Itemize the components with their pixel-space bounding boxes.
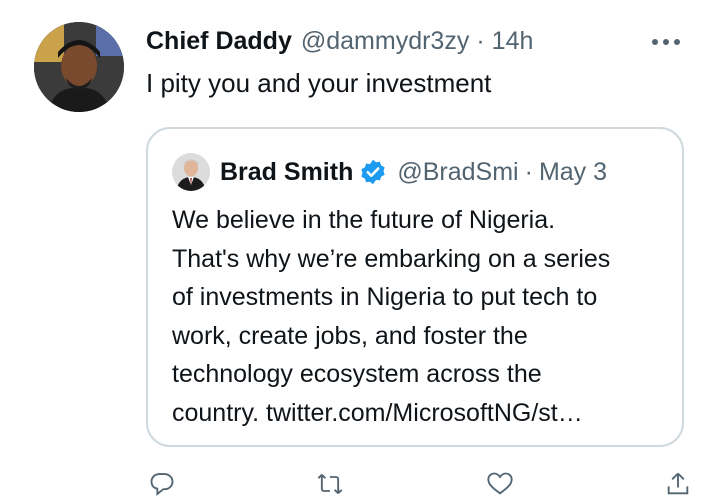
quoted-author-avatar[interactable]: [172, 153, 210, 191]
tweet-header: Chief Daddy @dammydr3zy · 14h: [146, 24, 533, 58]
quoted-text-line: work, create jobs, and foster the: [172, 321, 528, 350]
like-icon[interactable]: [486, 470, 513, 495]
quoted-text-line: That's why we’re embarking on a series: [172, 244, 611, 273]
quoted-author-handle[interactable]: @BradSmi: [397, 158, 518, 187]
quoted-tweet-text: We believe in the future of Nigeria. Tha…: [172, 201, 672, 432]
quoted-tweet-header: Brad Smith @BradSmi · May 3: [220, 154, 607, 190]
more-dot: [663, 39, 669, 45]
separator-dot: ·: [476, 26, 485, 55]
author-name[interactable]: Chief Daddy: [146, 27, 292, 56]
share-icon[interactable]: [664, 470, 689, 495]
separator-dot: ·: [524, 157, 533, 186]
author-handle[interactable]: @dammydr3zy: [301, 27, 469, 56]
verified-badge-icon: [359, 158, 387, 186]
more-horizontal-icon[interactable]: [652, 33, 688, 51]
more-dot: [674, 39, 680, 45]
more-dot: [652, 39, 658, 45]
quoted-text-line: country. twitter.com/MicrosoftNG/st…: [172, 398, 583, 427]
quoted-text-line: technology ecosystem across the: [172, 360, 542, 388]
quoted-author-name[interactable]: Brad Smith: [220, 158, 353, 187]
retweet-icon[interactable]: [316, 470, 343, 494]
quoted-text-line: of investments in Nigeria to put tech to: [172, 283, 598, 311]
quoted-tweet-date[interactable]: May 3: [539, 158, 607, 187]
tweet-actions: [148, 470, 689, 496]
quoted-text-line: We believe in the future of Nigeria.: [172, 206, 556, 234]
author-avatar[interactable]: [34, 22, 124, 112]
quoted-tweet-card[interactable]: Brad Smith @BradSmi · May 3 We believe i…: [146, 127, 684, 447]
tweet-text: I pity you and your investment: [146, 68, 492, 98]
reply-icon[interactable]: [148, 470, 174, 496]
tweet-time[interactable]: 14h: [492, 27, 534, 56]
